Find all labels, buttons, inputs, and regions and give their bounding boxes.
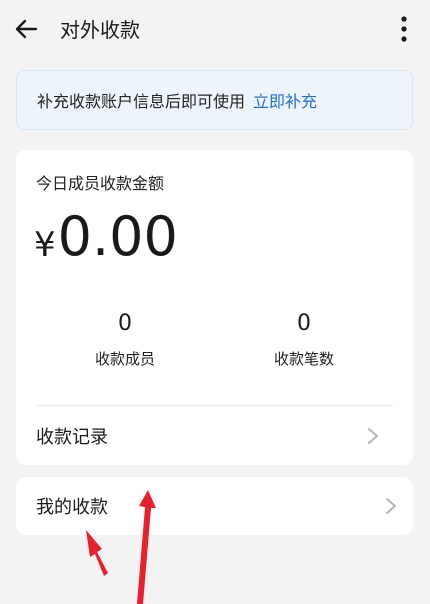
my-payments-row[interactable]: 我的收款 bbox=[16, 477, 413, 535]
more-options-button[interactable] bbox=[392, 12, 416, 46]
page-title: 对外收款 bbox=[60, 18, 140, 42]
red-arrow-icon bbox=[86, 530, 108, 576]
stat-collection-count: 0 收款笔数 bbox=[234, 310, 374, 370]
complete-info-link[interactable]: 立即补充 bbox=[253, 88, 317, 112]
back-button[interactable] bbox=[10, 12, 42, 46]
chevron-right-icon bbox=[368, 428, 378, 444]
top-app-bar: 对外收款 bbox=[0, 0, 430, 60]
collection-records-label: 收款记录 bbox=[36, 426, 108, 448]
stat-label: 收款成员 bbox=[94, 350, 155, 368]
stat-collecting-members: 0 收款成员 bbox=[55, 310, 195, 370]
stat-value: 0 bbox=[118, 311, 132, 336]
currency-symbol: ¥ bbox=[34, 225, 56, 265]
amount-display: ¥ 0.00 bbox=[34, 206, 178, 268]
chevron-right-icon bbox=[386, 498, 396, 514]
collection-summary-card: 今日成员收款金额 ¥ 0.00 0 收款成员 0 收款笔数 收款记录 bbox=[16, 150, 413, 465]
collection-records-row[interactable]: 收款记录 bbox=[16, 406, 413, 465]
my-payments-label: 我的收款 bbox=[36, 497, 108, 518]
stat-value: 0 bbox=[297, 311, 311, 336]
arrow-left-icon bbox=[15, 19, 38, 39]
stat-label: 收款笔数 bbox=[273, 350, 334, 368]
notice-text: 补充收款账户信息后即可使用 bbox=[37, 92, 246, 111]
amount-value: 0.00 bbox=[57, 205, 178, 268]
info-notice-banner: 补充收款账户信息后即可使用 立即补充 bbox=[16, 70, 413, 130]
today-member-amount-label: 今日成员收款金额 bbox=[36, 174, 165, 193]
more-vertical-icon bbox=[401, 16, 407, 42]
